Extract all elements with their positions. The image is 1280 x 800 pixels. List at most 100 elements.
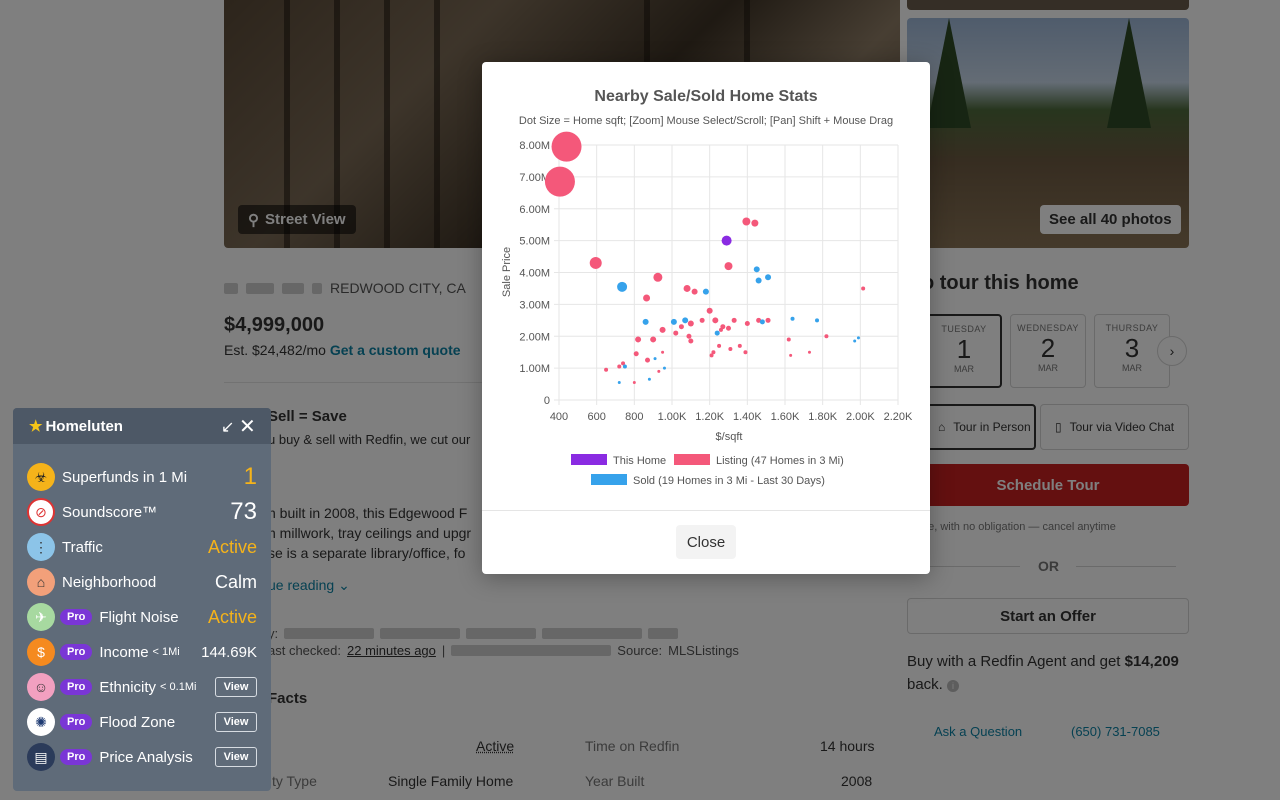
y-tick-label: 0 [544, 395, 550, 407]
data-point [678, 324, 684, 330]
data-point [683, 284, 691, 292]
data-point [751, 219, 759, 227]
data-point [755, 277, 762, 284]
widget-row-ethnicity[interactable]: ☺ Pro Ethnicity < 0.1Mi View [27, 672, 271, 702]
data-point [686, 333, 692, 339]
data-point [647, 377, 651, 381]
view-button[interactable]: View [215, 712, 257, 732]
y-tick-label: 6.00M [519, 204, 550, 216]
pro-badge: Pro [60, 679, 93, 695]
data-point [717, 343, 722, 348]
x-tick-label: 2.20K [884, 411, 913, 423]
y-tick-label: 5.00M [519, 236, 550, 248]
x-tick-label: 1.60K [771, 411, 800, 423]
close-icon[interactable]: ✕ [239, 414, 256, 439]
row-label: Flight Noise [99, 608, 179, 626]
y-tick-label: 3.00M [519, 299, 550, 311]
data-point [731, 317, 737, 323]
modal-divider [482, 510, 930, 511]
data-point [807, 350, 811, 354]
view-button[interactable]: View [215, 677, 257, 697]
data-point [691, 288, 698, 295]
data-point [765, 274, 772, 281]
row-label: Price Analysis [99, 748, 193, 766]
widget-row-soundscore[interactable]: ⊘ Soundscore™ 73 [27, 497, 271, 527]
data-point [724, 262, 733, 271]
data-point [650, 336, 657, 343]
row-label: Traffic [62, 538, 103, 556]
data-point [657, 369, 661, 373]
data-point [853, 339, 857, 343]
x-axis-label: $/sqft [716, 431, 743, 443]
data-point [673, 330, 679, 336]
data-point [728, 347, 733, 351]
data-point [662, 366, 666, 370]
homeluten-widget: ★ Homeluten ↙ ✕ ☣ Superfunds in 1 Mi 1 ⊘… [13, 408, 271, 791]
data-point [699, 317, 705, 323]
airplane-icon: ✈ [27, 603, 55, 631]
data-point [551, 131, 582, 162]
pro-badge: Pro [60, 749, 93, 765]
data-point [753, 266, 760, 273]
x-tick-label: 400 [550, 411, 568, 423]
data-point [789, 353, 793, 357]
x-tick-label: 2.00K [846, 411, 875, 423]
data-point [659, 326, 666, 333]
data-point [617, 380, 621, 384]
widget-row-neighborhood[interactable]: ⌂ Neighborhood Calm [27, 567, 271, 597]
data-point [742, 217, 751, 226]
widget-row-superfunds[interactable]: ☣ Superfunds in 1 Mi 1 [27, 462, 271, 492]
traffic-light-icon: ⋮ [27, 533, 55, 561]
data-point [687, 320, 694, 327]
data-point [714, 330, 720, 336]
row-sublabel: < 0.1Mi [160, 681, 197, 693]
money-icon: $ [27, 638, 55, 666]
widget-row-flight-noise[interactable]: ✈ Pro Flight Noise Active [27, 602, 271, 632]
view-button[interactable]: View [215, 747, 257, 767]
widget-row-price-analysis[interactable]: ▤ Pro Price Analysis View [27, 742, 271, 772]
legend-label: This Home [613, 455, 666, 467]
row-label: Soundscore™ [62, 503, 158, 521]
row-label: Superfunds in 1 Mi [62, 468, 188, 486]
data-point [711, 350, 716, 355]
data-point [786, 337, 791, 342]
widget-title: Homeluten [45, 417, 123, 435]
data-point [824, 334, 829, 339]
x-tick-label: 1.80K [808, 411, 837, 423]
widget-row-income[interactable]: $ Pro Income < 1Mi 144.69K [27, 637, 271, 667]
data-point [642, 318, 649, 325]
pro-badge: Pro [60, 714, 93, 730]
data-point [633, 351, 639, 357]
row-value: Active [207, 606, 257, 627]
data-point [861, 286, 866, 291]
data-point [653, 357, 657, 361]
biohazard-icon: ☣ [27, 463, 55, 491]
legend-swatch [674, 454, 710, 465]
widget-row-flood-zone[interactable]: ✺ Pro Flood Zone View [27, 707, 271, 737]
row-value: Active [207, 536, 257, 557]
data-point [617, 281, 628, 292]
data-point [702, 288, 709, 295]
data-point [589, 256, 602, 269]
y-tick-label: 8.00M [519, 140, 550, 152]
stats-modal: Nearby Sale/Sold Home Stats Dot Size = Ho… [482, 62, 930, 574]
data-point [617, 364, 622, 369]
scatter-chart[interactable]: Nearby Sale/Sold Home Stats Dot Size = Ho… [482, 62, 930, 502]
data-point [856, 336, 860, 340]
data-point [737, 343, 742, 348]
data-point [718, 327, 723, 332]
legend-swatch [591, 474, 627, 485]
data-point [643, 294, 651, 302]
data-point [706, 307, 713, 314]
arrow-in-icon[interactable]: ↙ [221, 417, 234, 437]
widget-row-traffic[interactable]: ⋮ Traffic Active [27, 532, 271, 562]
data-point [632, 380, 636, 384]
x-tick-label: 600 [587, 411, 605, 423]
data-point [604, 367, 609, 372]
data-point [645, 357, 651, 363]
data-point [688, 338, 694, 344]
close-button[interactable]: Close [676, 525, 736, 559]
data-point [544, 166, 575, 197]
y-tick-label: 2.00M [519, 331, 550, 343]
data-point [744, 321, 750, 326]
